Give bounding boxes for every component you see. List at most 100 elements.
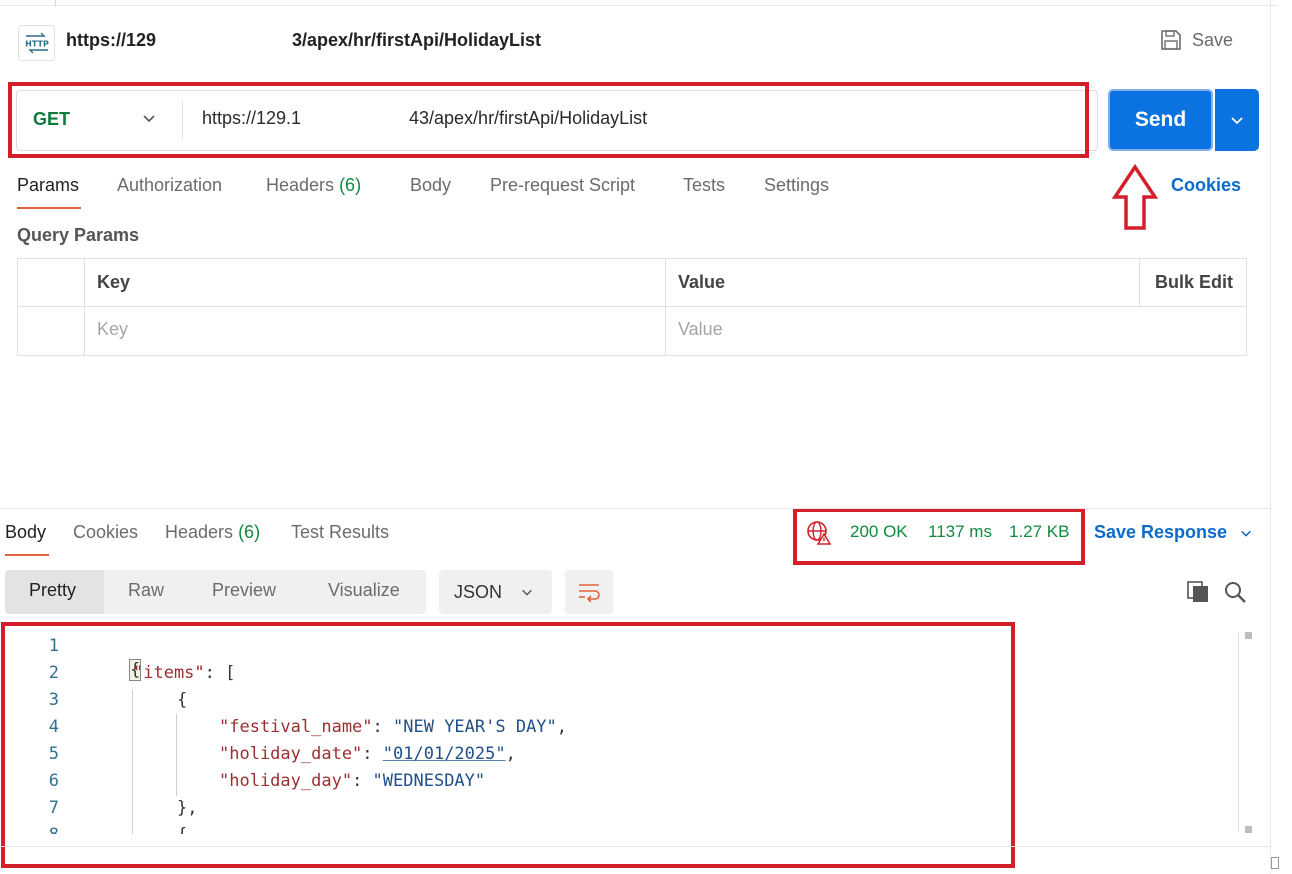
line-number: 6 bbox=[48, 771, 59, 791]
json-brace: }, bbox=[177, 798, 198, 818]
cookies-link[interactable]: Cookies bbox=[1171, 175, 1241, 196]
format-label: JSON bbox=[454, 581, 503, 602]
save-label: Save bbox=[1192, 29, 1234, 50]
tab-tests[interactable]: Tests bbox=[683, 175, 725, 196]
tab-settings[interactable]: Settings bbox=[764, 175, 829, 196]
active-tab-indicator bbox=[17, 207, 81, 209]
code-line: { bbox=[89, 634, 1229, 681]
json-punct: : bbox=[352, 771, 373, 791]
save-icon bbox=[1161, 30, 1181, 50]
code-line: { bbox=[89, 688, 1229, 715]
json-punct: , bbox=[556, 717, 568, 737]
svg-text:HTTP: HTTP bbox=[25, 40, 49, 49]
http-icon: HTTP bbox=[18, 25, 55, 61]
line-number: 7 bbox=[48, 798, 59, 818]
tab-headers[interactable]: Headers (6) bbox=[266, 175, 361, 196]
json-key: "items" bbox=[133, 663, 205, 683]
tab-body[interactable]: Body bbox=[410, 175, 451, 196]
json-punct: : bbox=[362, 744, 383, 764]
response-divider[interactable] bbox=[0, 508, 1270, 509]
params-checkbox-column bbox=[84, 258, 85, 356]
tab-params[interactable]: Params bbox=[17, 175, 79, 196]
line-number: 1 bbox=[48, 636, 59, 656]
response-time[interactable]: 1137 ms bbox=[928, 522, 992, 542]
active-tab-indicator bbox=[5, 554, 49, 556]
json-key: "festival_name" bbox=[219, 717, 373, 737]
scrollbar-down-arrow[interactable] bbox=[1245, 826, 1252, 833]
json-string: "NEW YEAR'S DAY" bbox=[393, 717, 557, 737]
statusbar-toggle-icon[interactable] bbox=[1271, 857, 1279, 869]
json-brace: { bbox=[177, 825, 187, 834]
format-select[interactable]: JSON bbox=[439, 570, 552, 614]
bottom-divider bbox=[0, 846, 1270, 847]
vertical-scrollbar[interactable] bbox=[1238, 632, 1239, 832]
headers-count: (6) bbox=[339, 175, 362, 195]
json-punct: , bbox=[505, 744, 516, 764]
panel-divider[interactable] bbox=[1270, 0, 1271, 874]
code-line: "holiday_date": "01/01/2025", bbox=[89, 742, 1229, 769]
response-tab-headers-label: Headers bbox=[165, 522, 234, 542]
json-punct: : [ bbox=[204, 663, 236, 683]
line-number: 8 bbox=[19, 823, 59, 834]
params-table bbox=[17, 258, 1247, 356]
params-column-divider bbox=[665, 258, 666, 356]
tab-pre-request-script[interactable]: Pre-request Script bbox=[490, 175, 635, 196]
tab-authorization[interactable]: Authorization bbox=[117, 175, 222, 196]
status-code[interactable]: 200 OK bbox=[850, 522, 908, 542]
response-size[interactable]: 1.27 KB bbox=[1009, 522, 1070, 542]
copy-icon[interactable] bbox=[1186, 580, 1210, 609]
save-response-button[interactable]: Save Response bbox=[1094, 522, 1253, 543]
json-string-date[interactable]: "01/01/2025" bbox=[383, 744, 506, 764]
line-number: 2 bbox=[48, 663, 59, 683]
param-key-input[interactable]: Key bbox=[97, 319, 128, 340]
save-button[interactable]: Save bbox=[1160, 29, 1233, 51]
response-tab-headers[interactable]: Headers (6) bbox=[165, 522, 260, 543]
query-params-title: Query Params bbox=[17, 225, 140, 245]
response-headers-count: (6) bbox=[238, 522, 261, 542]
code-line: }, bbox=[89, 796, 1229, 823]
view-raw[interactable]: Raw bbox=[128, 580, 164, 601]
save-response-label: Save Response bbox=[1094, 522, 1228, 542]
view-visualize[interactable]: Visualize bbox=[328, 580, 400, 601]
scrollbar-up-arrow[interactable] bbox=[1245, 632, 1252, 639]
response-tab-body[interactable]: Body bbox=[5, 522, 46, 543]
param-value-input[interactable]: Value bbox=[678, 319, 723, 340]
column-header-key: Key bbox=[97, 272, 131, 292]
search-icon[interactable] bbox=[1223, 580, 1247, 609]
response-tab-test-results[interactable]: Test Results bbox=[291, 522, 389, 543]
params-table-divider bbox=[17, 306, 1247, 307]
chevron-down-icon bbox=[522, 589, 532, 596]
tab-strip-divider bbox=[55, 0, 56, 6]
tab-headers-label: Headers bbox=[266, 175, 335, 195]
view-pretty[interactable]: Pretty bbox=[29, 580, 76, 601]
code-line: "holiday_day": "WEDNESDAY" bbox=[89, 769, 1229, 796]
wrap-lines-icon bbox=[579, 584, 600, 602]
line-number: 4 bbox=[48, 717, 59, 737]
line-number: 5 bbox=[48, 744, 59, 764]
bulk-edit-button[interactable]: Bulk Edit bbox=[1155, 272, 1233, 293]
annotation-up-arrow-icon bbox=[1111, 163, 1159, 237]
wrap-lines-button[interactable] bbox=[565, 570, 613, 614]
annotation-box-url bbox=[8, 82, 1089, 158]
column-header-value: Value bbox=[678, 272, 726, 292]
send-button[interactable]: Send bbox=[1108, 89, 1213, 151]
chevron-down-icon bbox=[1241, 530, 1252, 537]
top-border bbox=[0, 5, 1278, 6]
code-line: { bbox=[89, 823, 1229, 834]
response-body-editor[interactable]: { "items": [ { "festival_name": "NEW YEA… bbox=[89, 634, 1229, 834]
view-preview[interactable]: Preview bbox=[212, 580, 276, 601]
request-title-path[interactable]: 3/apex/hr/firstApi/HolidayList bbox=[292, 30, 541, 51]
json-string: "WEDNESDAY" bbox=[372, 771, 486, 791]
line-numbers: 1 2 3 4 5 6 7 8 bbox=[19, 634, 59, 834]
json-punct: : bbox=[372, 717, 394, 737]
params-column-divider bbox=[1139, 258, 1140, 306]
chevron-down-icon bbox=[1231, 117, 1243, 125]
json-key: "holiday_date" bbox=[219, 744, 363, 764]
line-number: 3 bbox=[48, 690, 59, 710]
json-brace: { bbox=[177, 690, 188, 710]
json-key: "holiday_day" bbox=[219, 771, 353, 791]
network-globe-icon[interactable] bbox=[806, 520, 832, 551]
request-title[interactable]: https://129 bbox=[66, 30, 156, 51]
response-tab-cookies[interactable]: Cookies bbox=[73, 522, 138, 543]
send-options-button[interactable] bbox=[1215, 89, 1259, 151]
